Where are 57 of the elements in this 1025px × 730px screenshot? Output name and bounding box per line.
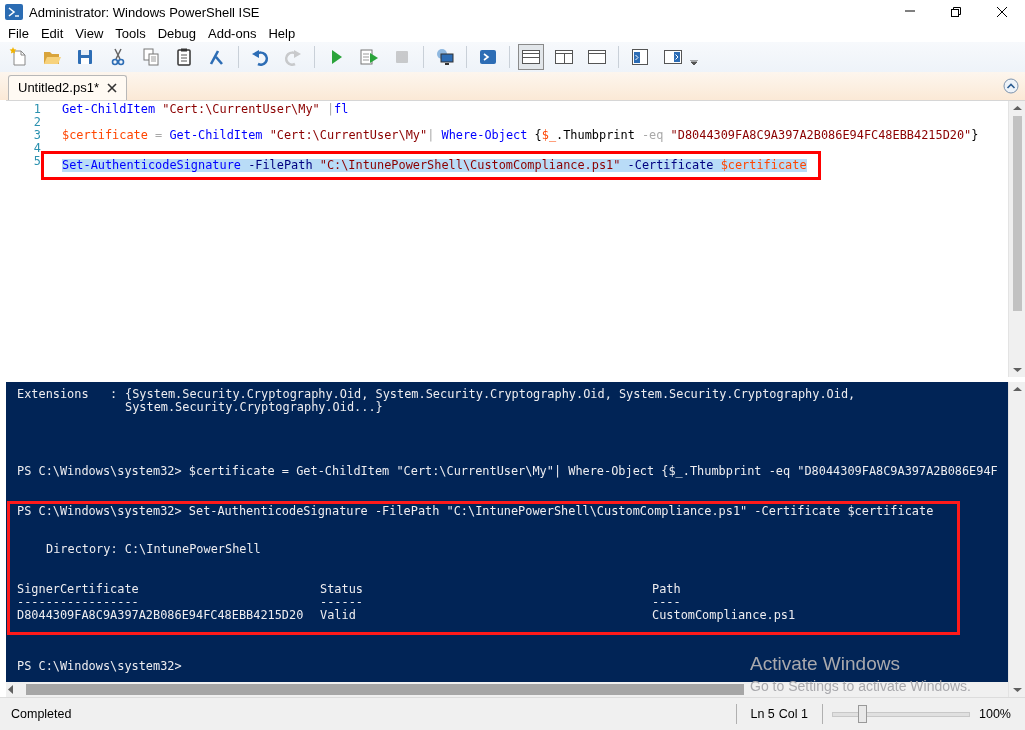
clipboard-icon	[174, 46, 194, 67]
separator: :	[110, 388, 119, 402]
table-cell-text: Valid	[320, 609, 357, 623]
header-rule: -----------------	[17, 596, 140, 610]
code-line: $certificate = Get-ChildItem "Cert:\CurrentUser\My"| Where-Object {$_.Thumbprint -eq "D8044309FA8C9A397A2B086E94FC48EBB4215D20"}	[62, 128, 979, 142]
menu-item[interactable]: Help	[262, 25, 302, 41]
menu-item[interactable]: Add-ons	[202, 25, 263, 41]
scrollbar[interactable]	[1008, 382, 1025, 698]
close-icon[interactable]	[996, 6, 1008, 19]
code-line: Get-ChildItem "Cert:\CurrentUser\My" |fl	[62, 102, 349, 116]
collapse-icon[interactable]	[1003, 77, 1019, 94]
app-icon	[5, 4, 23, 21]
activation-message: Go to Settings to activate Windows.	[750, 677, 971, 695]
run-selection-icon	[359, 46, 379, 67]
line-indicator: Ln 5	[750, 707, 775, 721]
status-message: Completed	[11, 707, 73, 721]
scroll-left-icon[interactable]	[8, 685, 14, 695]
zoom-level: 100%	[979, 707, 1011, 721]
scrollbar[interactable]	[6, 682, 1008, 698]
column-header: Path	[652, 583, 682, 597]
console-line: PS C:\Windows\system32>	[17, 660, 182, 674]
menu-item[interactable]: View	[69, 25, 110, 41]
column-header: SignerCertificate	[17, 583, 140, 597]
line-number: 4	[32, 141, 41, 155]
console-line: PS C:\Windows\system32> Set-AuthenticodeSignature -FilePath "C:\IntunePowerShell\CustomCompliance.ps1" -Certificate $certificate	[17, 505, 934, 519]
copy-icon	[141, 46, 161, 67]
scrollbar[interactable]	[1008, 100, 1025, 378]
table-cell-text: D8044309FA8C9A397A2B086E94FC48EBB4215D20	[17, 609, 305, 623]
property-value: {System.Security.Cryptography.Oid, System.Security.Cryptography.Oid, System.Security.Cryptography.Oid,	[125, 388, 857, 402]
line-number: 3	[32, 128, 41, 142]
directory-line: Directory: C:\IntunePowerShell	[46, 542, 261, 557]
property-value: System.Security.Cryptography.Oid...}	[125, 401, 383, 415]
menu-item[interactable]: Debug	[151, 25, 202, 41]
line-number: 2	[32, 115, 41, 129]
layout-top-button[interactable]	[518, 43, 544, 70]
column-indicator: Col 1	[778, 707, 808, 721]
column-header: Status	[320, 583, 364, 597]
property-name: Extensions	[17, 388, 90, 402]
zoom-slider[interactable]	[857, 704, 867, 723]
close-icon[interactable]	[106, 82, 117, 93]
activation-title: Activate Windows	[750, 653, 901, 675]
new-file-icon	[9, 46, 29, 67]
pane-icon	[630, 46, 650, 67]
console-line: PS C:\Windows\system32> $certificate = Get-ChildItem "Cert:\CurrentUser\My"| Where-Object {$_.Thumbprint -eq "D8044309FA8C9A397A2B086E94F	[17, 465, 998, 479]
caret-icon[interactable]	[690, 59, 698, 66]
monitor-icon	[435, 46, 455, 67]
header-rule: ----	[652, 596, 681, 610]
line-number: 5	[32, 154, 41, 168]
menu-item[interactable]: Tools	[109, 25, 152, 41]
restore-icon[interactable]	[950, 6, 962, 19]
menu-item[interactable]: File	[2, 25, 35, 41]
header-rule: ------	[320, 596, 364, 610]
menu-item[interactable]: Edit	[34, 25, 70, 41]
table-cell-text: CustomCompliance.ps1	[652, 609, 797, 623]
line-number: 1	[32, 102, 41, 116]
window-title: Administrator: Windows PowerShell ISE	[29, 5, 260, 20]
tab[interactable]: Untitled2.ps1*	[8, 74, 127, 100]
